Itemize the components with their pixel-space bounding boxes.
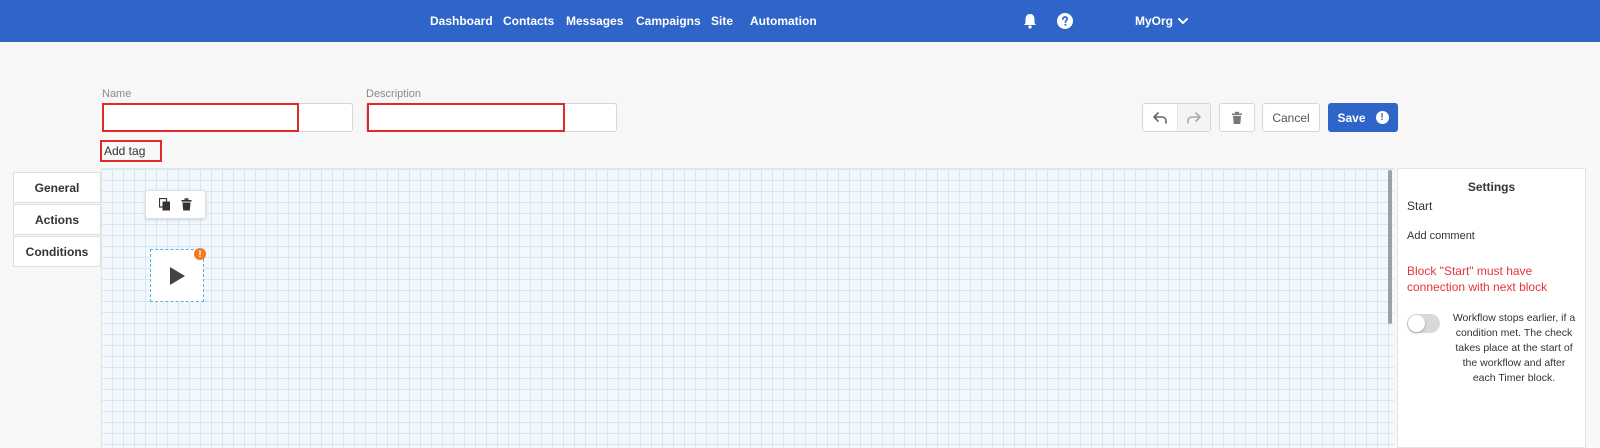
trash-icon [181,198,192,211]
settings-title: Settings [1467,180,1516,194]
redo-icon [1186,111,1201,124]
settings-block-name: Start [1407,199,1433,213]
toggle-description: Workflow stops earlier, if a condition m… [1452,312,1576,384]
redo-button[interactable] [1176,104,1210,131]
name-label: Name [102,88,132,100]
tab-actions[interactable]: Actions [13,204,101,235]
settings-error-message: Block "Start" must have connection with … [1407,264,1548,294]
name-input[interactable] [102,103,353,132]
delete-block-button[interactable] [181,198,192,211]
play-icon [170,266,185,285]
undo-redo-group [1142,103,1211,132]
save-button-label: Save [1337,110,1366,125]
copy-icon [159,198,170,211]
undo-button[interactable] [1143,104,1177,131]
cancel-button[interactable]: Cancel [1262,103,1320,132]
workflow-canvas[interactable] [101,168,1394,448]
copy-block-button[interactable] [159,198,171,211]
stop-condition-toggle[interactable] [1407,314,1440,333]
help-icon[interactable] [1057,13,1073,29]
tab-general[interactable]: General [13,172,101,203]
nav-automation[interactable]: Automation [750,14,817,28]
add-tag-link[interactable]: Add tag [104,144,145,158]
warning-badge-icon: ! [194,248,206,260]
nav-campaigns[interactable]: Campaigns [636,14,701,28]
nav-site[interactable]: Site [711,14,733,28]
undo-icon [1152,111,1167,124]
bell-icon[interactable] [1021,12,1039,30]
description-label: Description [366,88,422,100]
nav-dashboard[interactable]: Dashboard [430,14,493,28]
toggle-knob [1408,315,1425,332]
add-comment-link[interactable]: Add comment [1407,230,1475,242]
delete-workflow-button[interactable] [1219,103,1255,132]
nav-contacts[interactable]: Contacts [503,14,554,28]
block-toolbar [145,190,206,219]
org-switcher[interactable]: MyOrg [1135,14,1173,28]
nav-messages[interactable]: Messages [566,14,623,28]
canvas-scrollbar-thumb[interactable] [1388,170,1392,324]
chevron-down-icon[interactable] [1178,17,1188,25]
trash-icon [1232,111,1242,124]
warning-icon: ! [1375,111,1389,124]
tab-conditions[interactable]: Conditions [13,236,101,267]
description-input[interactable] [366,103,617,132]
save-button[interactable]: Save ! [1328,103,1398,132]
